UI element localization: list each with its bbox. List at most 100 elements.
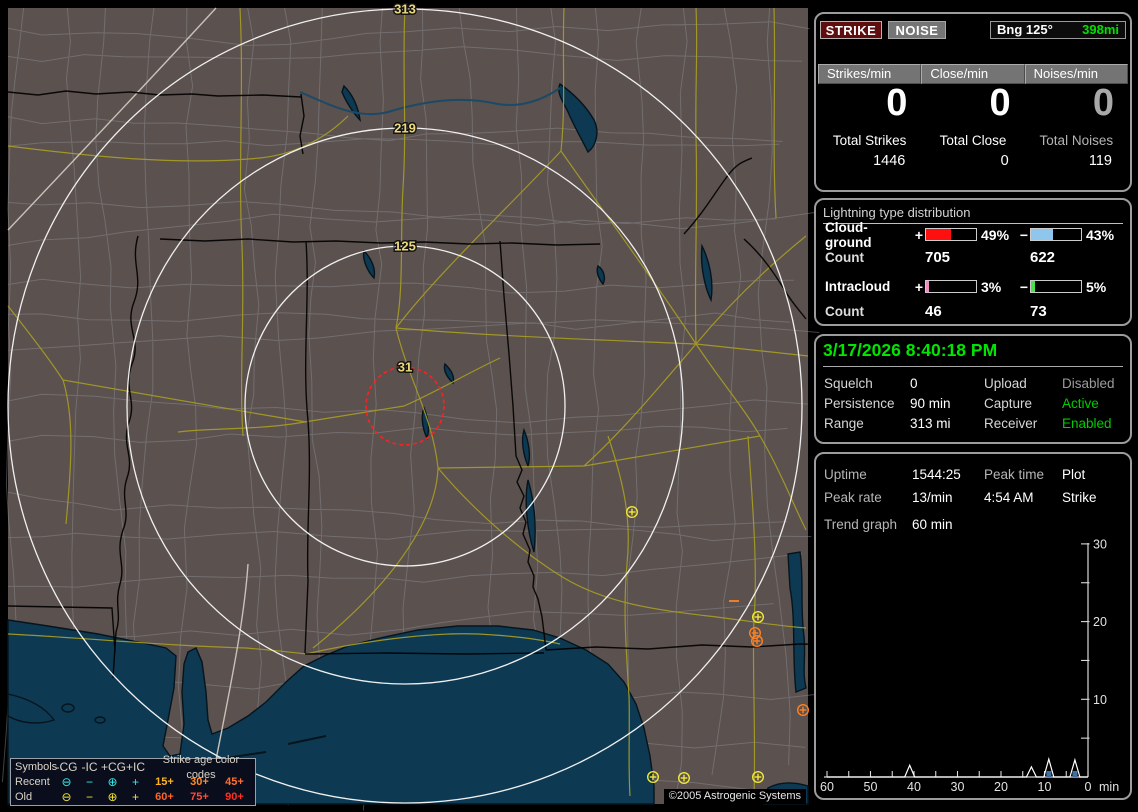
rate-chips-row: Strikes/min Close/min Noises/min bbox=[818, 64, 1128, 84]
ic-positive-pct: 3% bbox=[981, 278, 1002, 295]
age-badge: 60+ bbox=[155, 791, 174, 803]
legend-header-row: Symbols -CG -IC +CG +IC Strike age color… bbox=[15, 754, 255, 781]
trend-box: Uptime 1544:25 Peak time Plot Peak rate … bbox=[814, 452, 1132, 800]
circle-plus-icon: ⊕ bbox=[107, 790, 118, 804]
cg-positive-pct: 49% bbox=[981, 226, 1010, 243]
circle-plus-icon: ⊕ bbox=[107, 775, 118, 789]
status-grid: Squelch 0 Upload Disabled Persistence 90… bbox=[824, 374, 1126, 434]
cg-positive-count: 705 bbox=[925, 249, 951, 266]
svg-text:20: 20 bbox=[1093, 615, 1107, 629]
trend-chart: 60 50 40 30 20 10 0 min 10 20 30 bbox=[820, 537, 1119, 794]
minus-icon: − bbox=[85, 775, 93, 789]
age-badge: 90+ bbox=[225, 791, 244, 803]
legend-col-pos-ic: +IC bbox=[125, 760, 145, 774]
map-canvas: 313 219 125 31 bbox=[1, 0, 851, 811]
lightning-map[interactable]: 313 219 125 31 Symbols -CG -IC +CG +IC Stri… bbox=[1, 0, 851, 811]
ic-positive-count: 46 bbox=[925, 303, 942, 320]
capture-label: Capture bbox=[984, 396, 1033, 411]
svg-text:10: 10 bbox=[1038, 780, 1052, 794]
receiver-state: Enabled bbox=[1062, 416, 1112, 431]
small-lake bbox=[94, 716, 106, 724]
cg-positive-bar bbox=[925, 228, 977, 241]
cloud-ground-label: Cloud-ground bbox=[825, 219, 872, 250]
total-close-label: Total Close bbox=[939, 133, 1007, 148]
status-panel: STRIKE NOISE Bng 125° 398mi Strikes/min … bbox=[812, 8, 1138, 804]
counters-box: STRIKE NOISE Bng 125° 398mi Strikes/min … bbox=[814, 12, 1132, 192]
plus-icon: + bbox=[131, 790, 139, 804]
noises-per-min-chip[interactable]: Noises/min bbox=[1024, 64, 1128, 84]
close-per-min-chip[interactable]: Close/min bbox=[921, 64, 1025, 84]
mode-buttons-row: STRIKE NOISE Bng 125° 398mi bbox=[820, 20, 1126, 40]
cg-count-row: Count 705 622 bbox=[825, 249, 1126, 266]
svg-text:31: 31 bbox=[398, 360, 412, 375]
circle-minus-icon: ⊖ bbox=[61, 775, 72, 789]
total-strikes-label: Total Strikes bbox=[832, 133, 907, 148]
time-status-box: 3/17/2026 8:40:18 PM Squelch 0 Upload Di… bbox=[814, 334, 1132, 444]
plus-icon: + bbox=[131, 775, 139, 789]
count-label: Count bbox=[825, 304, 864, 319]
legend-col-neg-cg: -CG bbox=[55, 760, 78, 774]
ic-negative-count: 73 bbox=[1030, 303, 1047, 320]
total-noises-label: Total Noises bbox=[1039, 133, 1114, 148]
distance-value: 398mi bbox=[1082, 22, 1119, 37]
svg-text:30: 30 bbox=[951, 780, 965, 794]
intracloud-row: Intracloud + 3% − 5% bbox=[825, 278, 1126, 295]
intracloud-label: Intracloud bbox=[825, 279, 891, 294]
circle-minus-icon: ⊖ bbox=[61, 790, 72, 804]
svg-text:50: 50 bbox=[864, 780, 878, 794]
persistence-label: Persistence bbox=[824, 396, 895, 411]
ic-negative-bar bbox=[1030, 280, 1082, 293]
legend-symbols-header: Symbols bbox=[15, 761, 58, 773]
nexstorm-window: 313 219 125 31 Symbols -CG -IC +CG +IC Stri… bbox=[0, 0, 1138, 812]
datetime-display: 3/17/2026 8:40:18 PM bbox=[823, 340, 1123, 367]
cg-negative-bar bbox=[1030, 228, 1082, 241]
svg-text:60: 60 bbox=[820, 780, 834, 794]
copyright-text: ©2005 Astrogenic Systems bbox=[663, 789, 806, 804]
squelch-value: 0 bbox=[910, 376, 918, 391]
squelch-label: Squelch bbox=[824, 376, 873, 391]
ic-count-row: Count 46 73 bbox=[825, 303, 1126, 320]
rate-values-row: 0 0 0 bbox=[818, 82, 1128, 124]
capture-state: Active bbox=[1062, 396, 1099, 411]
total-values-row: 1446 0 119 bbox=[818, 153, 1128, 169]
small-lake bbox=[61, 703, 75, 713]
plus-sign: + bbox=[914, 226, 924, 243]
minus-sign: − bbox=[1019, 226, 1029, 243]
total-close-value: 0 bbox=[1000, 153, 1009, 169]
distribution-box: Lightning type distribution Cloud-ground… bbox=[814, 198, 1132, 326]
strikes-per-min-chip[interactable]: Strikes/min bbox=[818, 64, 922, 84]
svg-text:10: 10 bbox=[1093, 693, 1107, 707]
close-rate-value: 0 bbox=[989, 82, 1011, 124]
count-label: Count bbox=[825, 250, 864, 265]
upload-state: Disabled bbox=[1062, 376, 1115, 391]
range-label: Range bbox=[824, 416, 864, 431]
noises-rate-value: 0 bbox=[1092, 82, 1114, 124]
strikes-rate-value: 0 bbox=[886, 82, 908, 124]
strike-mode-button[interactable]: STRIKE bbox=[820, 21, 882, 39]
ic-positive-bar bbox=[925, 280, 977, 293]
svg-text:219: 219 bbox=[394, 121, 416, 136]
cg-negative-count: 622 bbox=[1030, 249, 1056, 266]
legend-recent-row: Recent ⊖ − ⊕ + 15+ 30+ 45+ bbox=[15, 775, 255, 790]
minus-icon: − bbox=[85, 790, 93, 804]
age-badge: 45+ bbox=[225, 776, 244, 788]
bearing-readout: Bng 125° 398mi bbox=[990, 21, 1126, 39]
bearing-value: Bng 125° bbox=[997, 22, 1053, 37]
range-value: 313 mi bbox=[910, 416, 951, 431]
age-badge: 75+ bbox=[190, 791, 209, 803]
legend-col-pos-cg: +CG bbox=[101, 760, 127, 774]
age-badge: 15+ bbox=[155, 776, 174, 788]
legend-old-row: Old ⊖ − ⊕ + 60+ 75+ 90+ bbox=[15, 790, 255, 805]
cloud-ground-row: Cloud-ground + 49% − 43% bbox=[825, 220, 1126, 250]
persistence-value: 90 min bbox=[910, 396, 951, 411]
noise-mode-button[interactable]: NOISE bbox=[888, 21, 946, 39]
legend-recent-label: Recent bbox=[15, 776, 50, 788]
svg-text:0: 0 bbox=[1085, 780, 1092, 794]
ic-negative-pct: 5% bbox=[1086, 278, 1107, 295]
upload-label: Upload bbox=[984, 376, 1027, 391]
svg-text:min: min bbox=[1099, 780, 1119, 794]
svg-text:313: 313 bbox=[394, 2, 416, 17]
legend-col-neg-ic: -IC bbox=[81, 760, 98, 774]
total-noises-value: 119 bbox=[1088, 153, 1112, 169]
total-labels-row: Total Strikes Total Close Total Noises bbox=[818, 133, 1128, 148]
